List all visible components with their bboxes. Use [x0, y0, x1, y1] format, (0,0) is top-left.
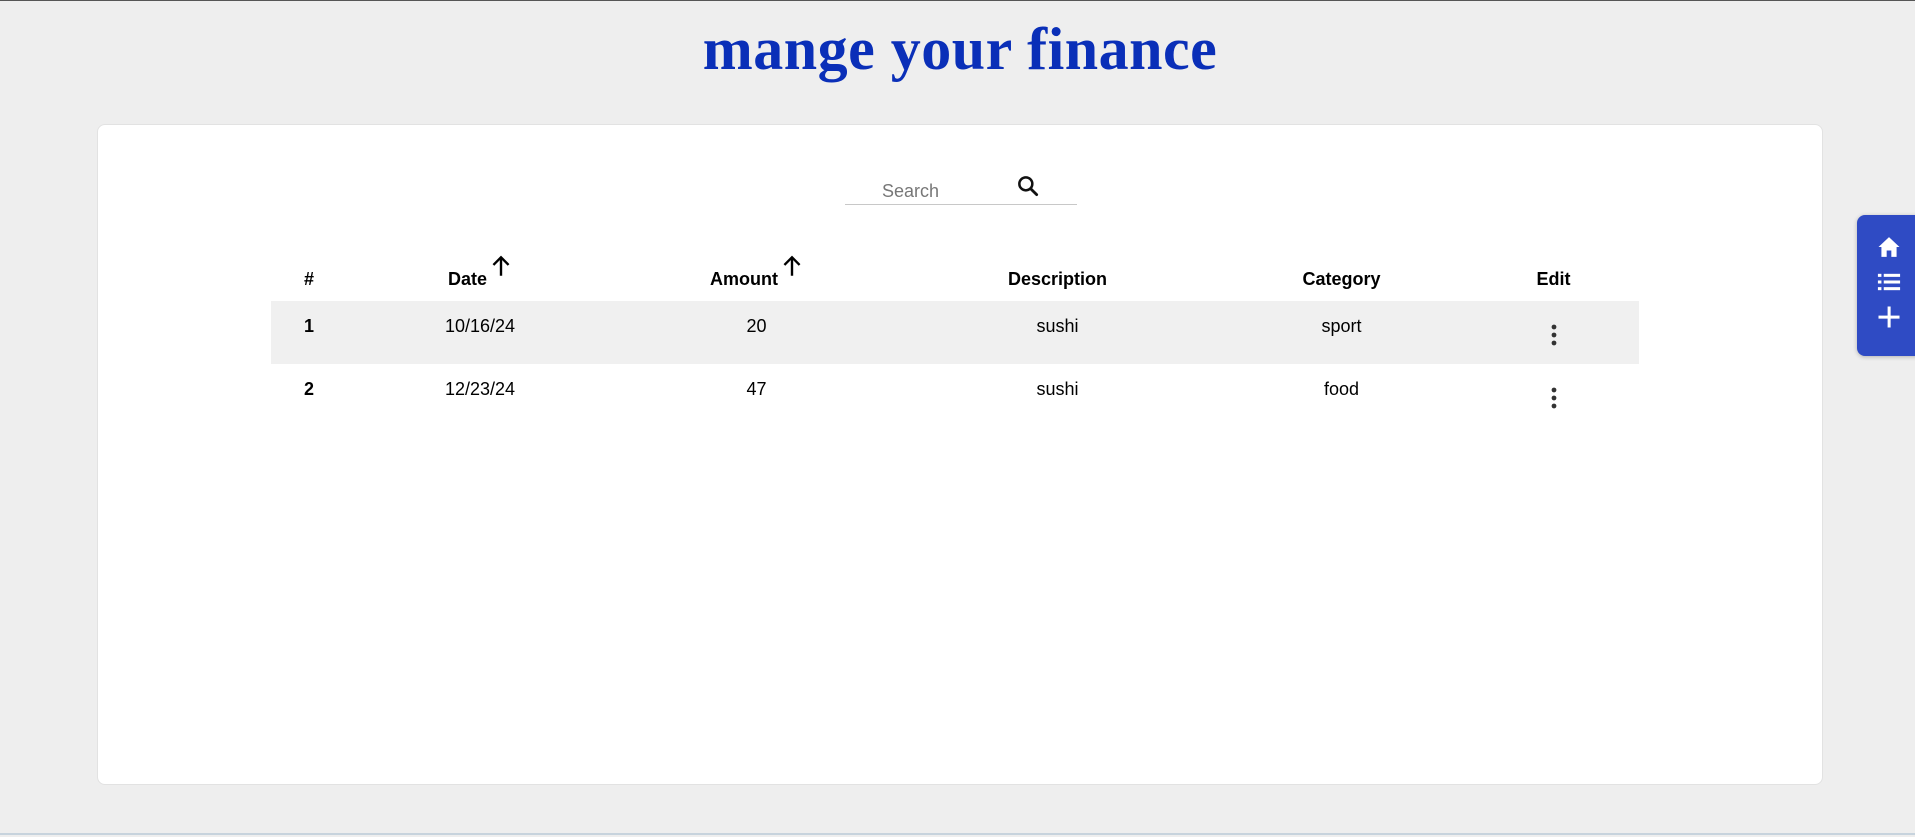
column-header-category: Category: [1302, 269, 1381, 289]
column-header-description: Description: [1007, 269, 1108, 289]
row-description: sushi: [1036, 379, 1079, 399]
search-icon[interactable]: [1015, 173, 1041, 199]
search-bar: [845, 167, 1077, 205]
row-description: sushi: [1036, 316, 1079, 336]
plus-icon[interactable]: [1875, 303, 1903, 331]
home-icon[interactable]: [1875, 233, 1903, 261]
column-header-amount[interactable]: Amount: [613, 253, 900, 301]
row-number: 1: [303, 316, 314, 336]
more-vertical-icon[interactable]: [1544, 321, 1564, 349]
table-row: 1 10/16/24 20 sushi sport: [271, 301, 1639, 364]
column-header-number: #: [303, 269, 314, 289]
list-icon[interactable]: [1875, 268, 1903, 296]
row-date: 12/23/24: [444, 379, 516, 399]
row-amount: 20: [746, 316, 767, 336]
row-category: food: [1323, 379, 1360, 399]
row-edit-cell: [1468, 301, 1639, 364]
sort-arrow-up-icon[interactable]: [781, 253, 803, 279]
column-header-date[interactable]: Date: [347, 253, 613, 301]
side-nav: [1857, 215, 1915, 356]
table-header-row: # Date Amount Description Category Edit: [271, 253, 1639, 301]
table-row: 2 12/23/24 47 sushi food: [271, 364, 1639, 427]
sort-arrow-up-icon[interactable]: [490, 253, 512, 279]
more-vertical-icon[interactable]: [1544, 384, 1564, 412]
row-category: sport: [1321, 316, 1362, 336]
bottom-divider: [0, 833, 1915, 835]
row-edit-cell: [1468, 364, 1639, 427]
row-number: 2: [303, 379, 314, 399]
search-input[interactable]: [845, 179, 1015, 203]
page-title: mange your finance: [702, 16, 1218, 82]
transactions-card: # Date Amount Description Category Edit …: [97, 124, 1823, 785]
transactions-table: # Date Amount Description Category Edit …: [271, 253, 1639, 427]
column-header-edit: Edit: [1536, 269, 1571, 289]
row-amount: 47: [746, 379, 767, 399]
row-date: 10/16/24: [444, 316, 516, 336]
